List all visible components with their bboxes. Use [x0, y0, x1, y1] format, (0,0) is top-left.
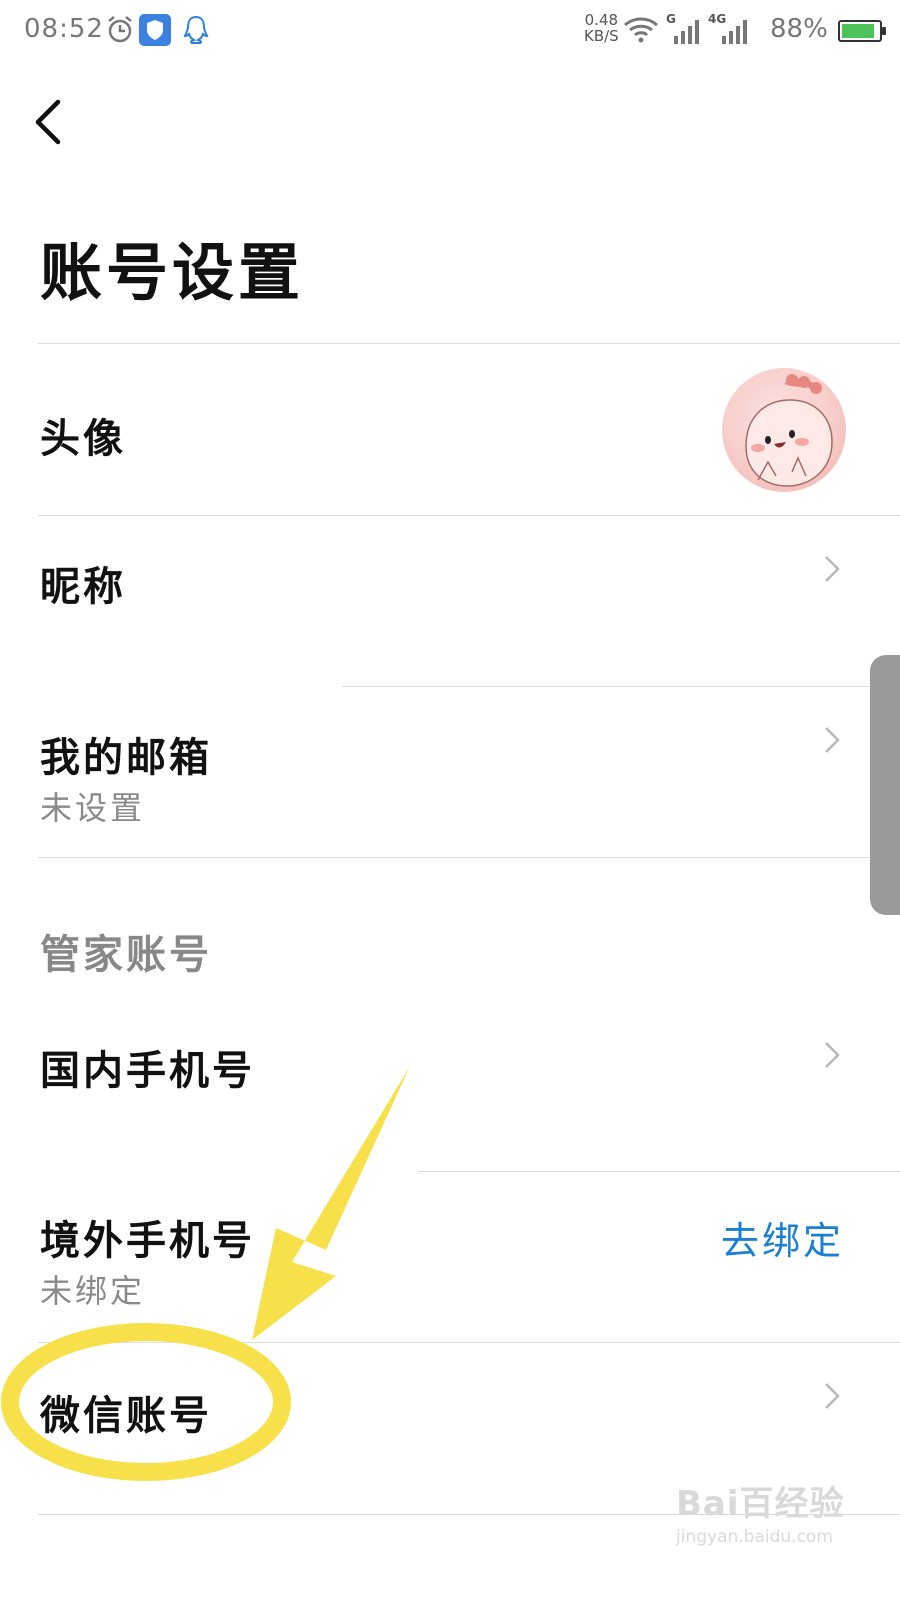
overseas-phone-status: 未绑定: [40, 1272, 146, 1310]
email-label: 我的邮箱: [40, 734, 212, 781]
watermark-main: Bai百经验: [676, 1484, 845, 1524]
chevron-right-icon: [825, 1042, 840, 1068]
chevron-right-icon: [825, 556, 840, 582]
qq-icon: [183, 15, 209, 44]
network-speed: 0.48 KB/S: [584, 12, 619, 44]
battery-icon: [838, 20, 886, 42]
page-title: 账号设置: [40, 236, 305, 309]
email-row[interactable]: 我的邮箱 未设置: [0, 687, 900, 857]
divider: [38, 857, 900, 858]
avatar[interactable]: [722, 368, 846, 492]
signal-icon: G: [666, 12, 700, 46]
scrollbar-thumb[interactable]: [870, 655, 900, 915]
watermark-url: jingyan.baidu.com: [676, 1527, 833, 1547]
nickname-label: 昵称: [40, 563, 126, 610]
battery-fill: [842, 24, 874, 38]
wechat-account-label: 微信账号: [40, 1392, 212, 1439]
shield-icon: [139, 14, 171, 46]
network-speed-value: 0.48: [584, 11, 619, 29]
status-bar: 08:52 0.48 KB/S G 4G 88%: [0, 0, 900, 64]
overseas-phone-row[interactable]: 境外手机号 未绑定 去绑定: [0, 1172, 900, 1342]
network-speed-unit: KB/S: [584, 27, 619, 45]
section-title-manager-account: 管家账号: [40, 931, 212, 978]
avatar-image: [745, 374, 833, 487]
signal-icon-4g: 4G: [708, 12, 748, 46]
domestic-phone-row[interactable]: 国内手机号: [0, 1010, 900, 1170]
status-time: 08:52: [24, 14, 104, 44]
chevron-right-icon: [825, 727, 840, 753]
overseas-phone-label: 境外手机号: [40, 1217, 255, 1264]
chevron-right-icon: [825, 1383, 840, 1409]
domestic-phone-label: 国内手机号: [40, 1047, 255, 1094]
nickname-row[interactable]: 昵称: [0, 516, 900, 686]
email-status: 未设置: [40, 789, 146, 827]
bind-button[interactable]: 去绑定: [721, 1210, 844, 1265]
chevron-left-icon: [35, 99, 61, 145]
watermark: Bai百经验 jingyan.baidu.com: [676, 1476, 845, 1547]
wifi-icon: [624, 17, 658, 43]
avatar-label: 头像: [40, 415, 126, 462]
back-button[interactable]: [32, 96, 80, 148]
alarm-icon: [108, 16, 132, 43]
battery-percent: 88%: [770, 14, 828, 44]
avatar-row[interactable]: 头像: [0, 344, 900, 514]
